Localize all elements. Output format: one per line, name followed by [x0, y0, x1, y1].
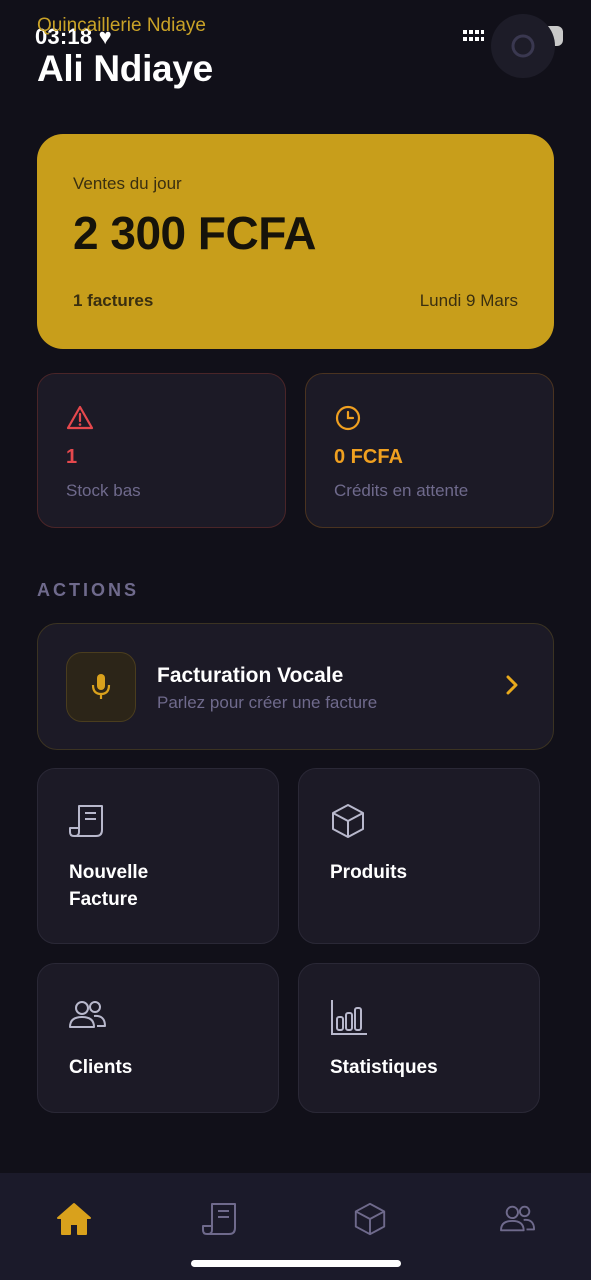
invoice-count: 1 factures	[73, 291, 154, 310]
shop-name: Quincaillerie Ndiaye	[37, 15, 206, 36]
low-stock-label: Stock bas	[66, 481, 141, 500]
owner-name: Ali Ndiaye	[37, 48, 213, 89]
sales-date: Lundi 9 Mars	[419, 291, 518, 310]
sales-label: Ventes du jour	[73, 174, 182, 193]
low-stock-value: 1	[66, 446, 78, 468]
pending-credits-card[interactable]: 0 FCFA Crédits en attente	[305, 373, 554, 528]
low-stock-card[interactable]: 1 Stock bas	[37, 373, 286, 528]
voice-invoice-button[interactable]: Facturation Vocale Parlez pour créer une…	[37, 623, 554, 750]
clients-button[interactable]: Clients	[37, 963, 279, 1113]
voice-invoice-subtitle: Parlez pour créer une facture	[157, 693, 378, 712]
cube-icon	[354, 1202, 386, 1236]
statistics-label: Statistiques	[330, 1057, 438, 1078]
cube-icon	[332, 804, 364, 838]
receipt-icon	[69, 805, 103, 837]
sales-amount: 2 300 FCFA	[73, 207, 317, 259]
credits-value: 0 FCFA	[334, 446, 403, 468]
clients-label: Clients	[69, 1057, 133, 1078]
users-icon	[500, 1205, 535, 1232]
voice-invoice-title: Facturation Vocale	[157, 664, 344, 687]
home-indicator[interactable]	[191, 1260, 401, 1267]
chevron-right-icon	[506, 675, 518, 695]
microphone-icon	[91, 674, 111, 699]
new-invoice-label: Nouvelle Facture	[69, 862, 149, 910]
nav-home[interactable]	[54, 1199, 94, 1239]
clock-icon	[335, 405, 361, 431]
signal-icon	[463, 30, 484, 41]
warning-triangle-icon	[66, 405, 94, 430]
credits-label: Crédits en attente	[334, 481, 469, 500]
profile-button[interactable]	[491, 14, 555, 78]
nav-clients[interactable]	[498, 1199, 538, 1239]
products-button[interactable]: Produits	[298, 768, 540, 944]
bar-chart-icon	[331, 1000, 367, 1035]
daily-sales-card[interactable]: Ventes du jour 2 300 FCFA 1 factures Lun…	[37, 134, 554, 349]
users-icon	[69, 1001, 106, 1028]
home-icon	[57, 1203, 91, 1235]
actions-section-title: ACTIONS	[37, 580, 139, 600]
nav-products[interactable]	[350, 1199, 390, 1239]
nav-invoices[interactable]	[201, 1199, 241, 1239]
loading-ring-icon	[511, 34, 535, 58]
statistics-button[interactable]: Statistiques	[298, 963, 540, 1113]
mic-box	[66, 652, 136, 722]
products-label: Produits	[330, 862, 408, 883]
new-invoice-button[interactable]: Nouvelle Facture	[37, 768, 279, 944]
receipt-icon	[202, 1203, 236, 1235]
